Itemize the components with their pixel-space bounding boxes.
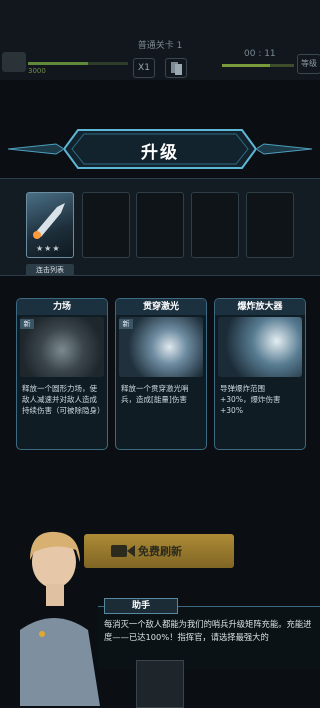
new-badge: 新 xyxy=(20,319,34,329)
combo-list-label: 连击列表 xyxy=(26,264,74,276)
card-description: 释放一个贯穿激光哨兵，造成[能量]伤害 xyxy=(121,384,189,404)
assistant-name-tag: 助手 xyxy=(104,598,178,614)
upgrade-card-explosion[interactable]: 爆炸放大器 导弹爆炸范围 +30%，爆炸伤害 +30% xyxy=(214,298,306,450)
level-button[interactable]: 等级 xyxy=(297,54,320,74)
assistant-message: 每消灭一个敌人都能为我们的哨兵升级矩阵充能。充能进度——已达100%！指挥官，请… xyxy=(104,619,312,642)
explosion-amplifier-image xyxy=(218,317,302,377)
card-title: 力场 xyxy=(17,299,107,315)
combo-slot-5[interactable] xyxy=(246,192,294,258)
cards-icon xyxy=(171,62,182,75)
upgrade-card-force-field[interactable]: 力场 新 释放一个圆形力场，使敌人减速并对敌人造成持续伤害（可被除隐身） xyxy=(16,298,108,450)
card-title: 爆炸放大器 xyxy=(215,299,305,315)
combo-slot-2[interactable] xyxy=(82,192,130,258)
video-icon xyxy=(111,545,135,557)
cards-button[interactable] xyxy=(165,58,187,78)
timer-text: 00 : 11 xyxy=(244,49,276,59)
health-bar-fill xyxy=(28,62,88,65)
combo-slot-3[interactable] xyxy=(136,192,184,258)
card-description: 释放一个圆形力场，使敌人减速并对敌人造成持续伤害（可被除隐身） xyxy=(22,384,105,415)
score-text: 3000 xyxy=(28,67,46,75)
banner-wing-left xyxy=(8,143,64,155)
assistant-portrait xyxy=(20,531,100,706)
new-badge: 新 xyxy=(119,319,133,329)
banner-title: 升级 xyxy=(141,143,179,163)
banner-wing-right xyxy=(256,143,312,155)
combo-slot-4[interactable] xyxy=(191,192,239,258)
bottom-panel xyxy=(136,660,184,708)
player-avatar xyxy=(2,52,26,72)
free-refresh-label: 免费刷新 xyxy=(138,545,182,558)
progress-bar-fill xyxy=(222,64,270,67)
spaceship-icon xyxy=(33,203,65,239)
upgrade-card-laser[interactable]: 贯穿激光 新 释放一个贯穿激光哨兵，造成[能量]伤害 xyxy=(115,298,207,450)
rank-stars: ★★★ xyxy=(36,244,61,253)
speed-button[interactable]: X1 xyxy=(133,58,155,78)
card-title: 贯穿激光 xyxy=(116,299,206,315)
card-description: 导弹爆炸范围 +30%，爆炸伤害 +30% xyxy=(220,384,281,415)
